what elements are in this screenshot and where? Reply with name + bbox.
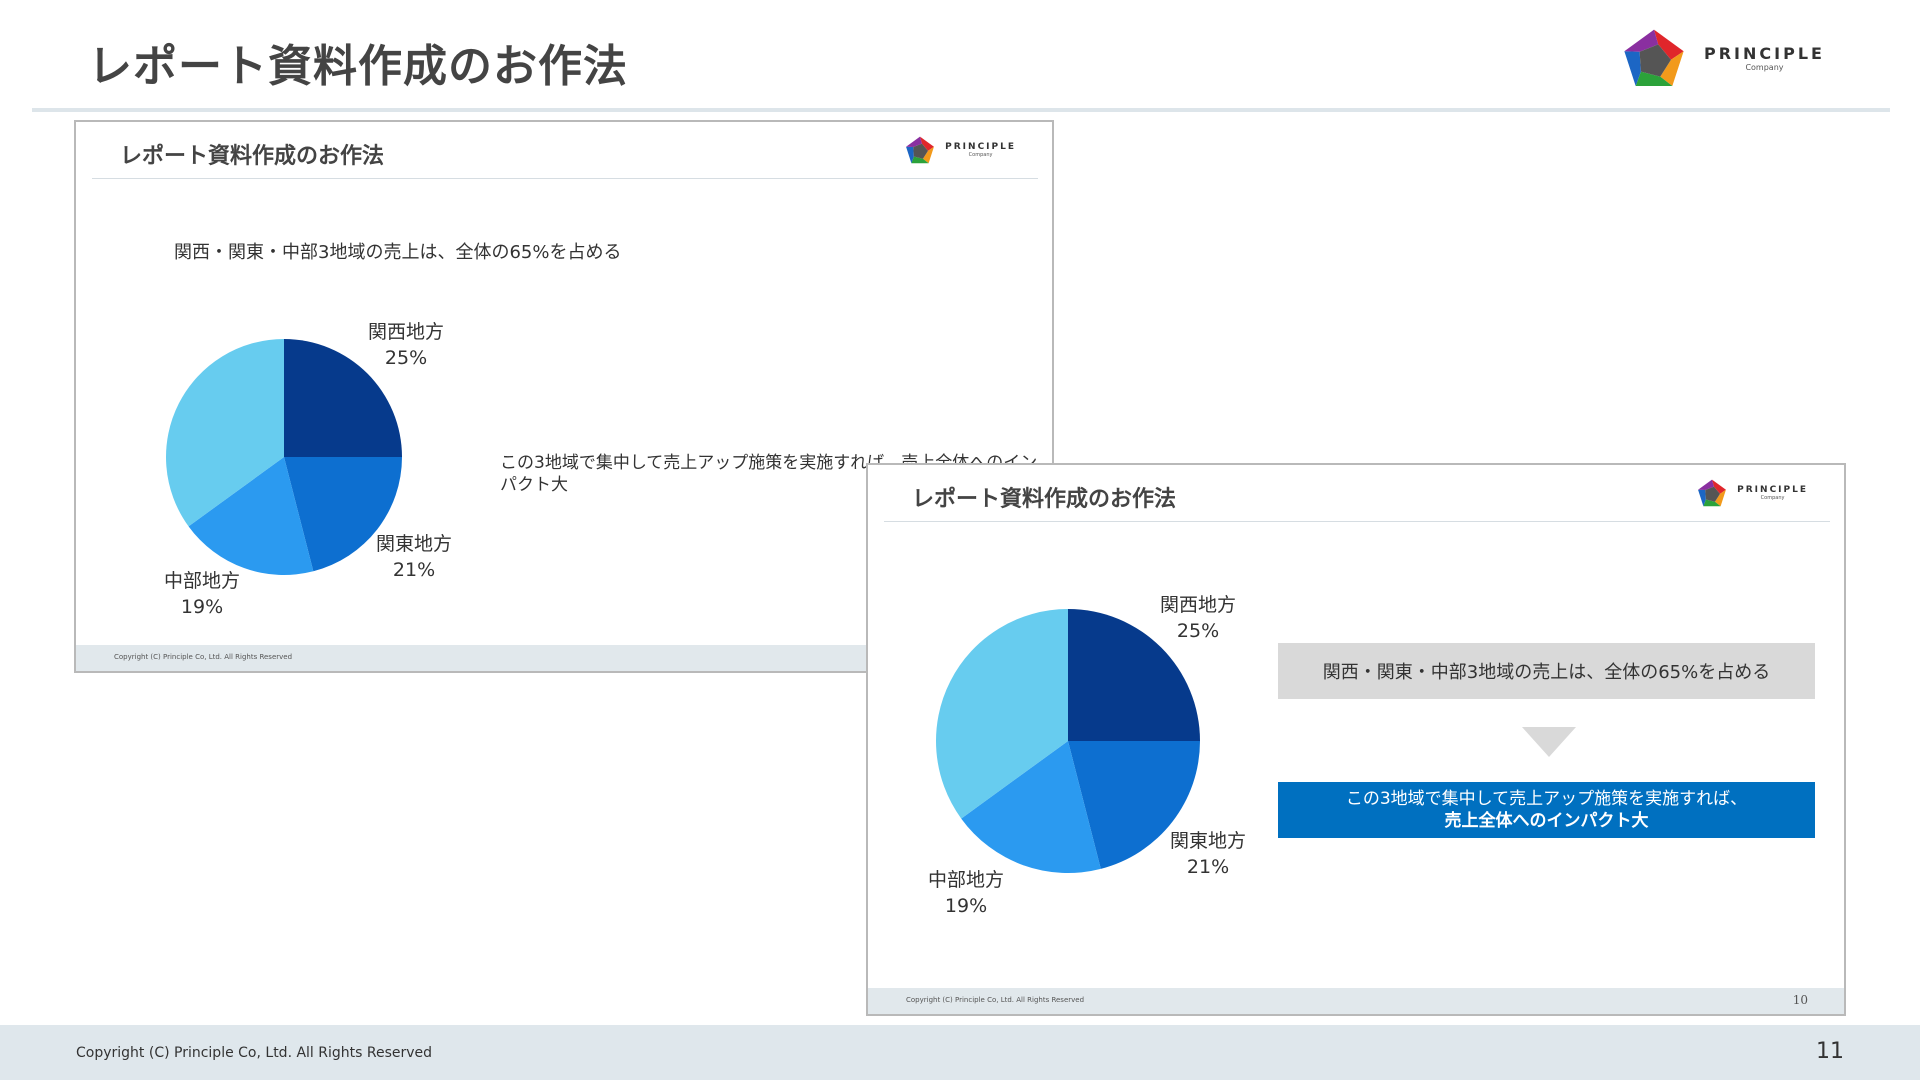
slice-percent: 21% bbox=[392, 558, 436, 581]
logo-name: PRINCIPLE bbox=[1704, 44, 1825, 63]
down-arrow-icon bbox=[1522, 727, 1576, 757]
slide-logo: PRINCIPLE Company bbox=[903, 134, 1016, 166]
slice-percent: 19% bbox=[944, 894, 988, 917]
slice-percent: 25% bbox=[384, 346, 428, 369]
pentagon-logo-icon bbox=[906, 136, 935, 164]
slice-percent: 25% bbox=[1176, 619, 1220, 642]
slide-divider bbox=[884, 521, 1830, 522]
slice-percent: 21% bbox=[1186, 855, 1230, 878]
pentagon-logo-icon bbox=[1698, 479, 1727, 507]
slide-title: レポート資料作成のお作法 bbox=[120, 144, 385, 169]
logo-name: PRINCIPLE bbox=[1737, 485, 1808, 495]
pentagon-logo-icon bbox=[1624, 29, 1684, 87]
slide-headline: 関西・関東・中部3地域の売上は、全体の65%を占める bbox=[174, 242, 622, 263]
page-title: レポート資料作成のお作法 bbox=[88, 41, 628, 92]
company-logo: PRINCIPLE Company bbox=[1618, 24, 1825, 92]
pie-label-kansai: 関西地方 25% bbox=[368, 320, 444, 371]
page-number: 11 bbox=[1816, 1039, 1844, 1064]
copyright-text: Copyright (C) Principle Co, Ltd. All Rig… bbox=[76, 1045, 433, 1061]
logo-subtitle: Company bbox=[1760, 495, 1785, 501]
pie-label-kanto: 関東地方 21% bbox=[1170, 829, 1246, 880]
slice-name: 関東地方 bbox=[376, 533, 453, 555]
slide-page-number: 10 bbox=[1792, 993, 1808, 1007]
summary-box: 関西・関東・中部3地域の売上は、全体の65%を占める bbox=[1278, 643, 1815, 699]
conclusion-box: この3地域で集中して売上アップ施策を実施すれば、 売上全体へのインパクト大 bbox=[1278, 782, 1815, 838]
slide-copyright: Copyright (C) Principle Co, Ltd. All Rig… bbox=[906, 996, 1085, 1004]
pie-label-chubu: 中部地方 19% bbox=[928, 868, 1004, 919]
title-divider bbox=[32, 108, 1890, 112]
conclusion-line-2: 売上全体へのインパクト大 bbox=[1444, 811, 1649, 831]
slide-logo: PRINCIPLE Company bbox=[1695, 477, 1808, 509]
pie-label-chubu: 中部地方 19% bbox=[164, 569, 240, 620]
logo-name: PRINCIPLE bbox=[945, 142, 1016, 152]
slice-name: 関東地方 bbox=[1170, 830, 1247, 852]
pie-chart bbox=[166, 339, 402, 575]
conclusion-line-1: この3地域で集中して売上アップ施策を実施すれば、 bbox=[1345, 788, 1748, 809]
slide-divider bbox=[92, 178, 1038, 179]
pie-label-kanto: 関東地方 21% bbox=[376, 532, 452, 583]
slice-name: 中部地方 bbox=[928, 869, 1005, 891]
pie-chart bbox=[936, 609, 1200, 873]
slice-name: 関西地方 bbox=[368, 321, 445, 343]
slide-example-after: レポート資料作成のお作法 PRINCIPLE Company 関西地方 25% … bbox=[866, 463, 1846, 1016]
slice-percent: 19% bbox=[180, 595, 224, 618]
slice-name: 中部地方 bbox=[164, 570, 241, 592]
slice-name: 関西地方 bbox=[1160, 594, 1237, 616]
page-footer: Copyright (C) Principle Co, Ltd. All Rig… bbox=[0, 1025, 1920, 1080]
logo-subtitle: Company bbox=[968, 152, 993, 158]
logo-subtitle: Company bbox=[1745, 63, 1784, 72]
slide-title: レポート資料作成のお作法 bbox=[912, 487, 1177, 512]
pie-label-kansai: 関西地方 25% bbox=[1160, 593, 1236, 644]
slide-footer: Copyright (C) Principle Co, Ltd. All Rig… bbox=[868, 988, 1844, 1014]
slide-copyright: Copyright (C) Principle Co, Ltd. All Rig… bbox=[114, 653, 293, 661]
